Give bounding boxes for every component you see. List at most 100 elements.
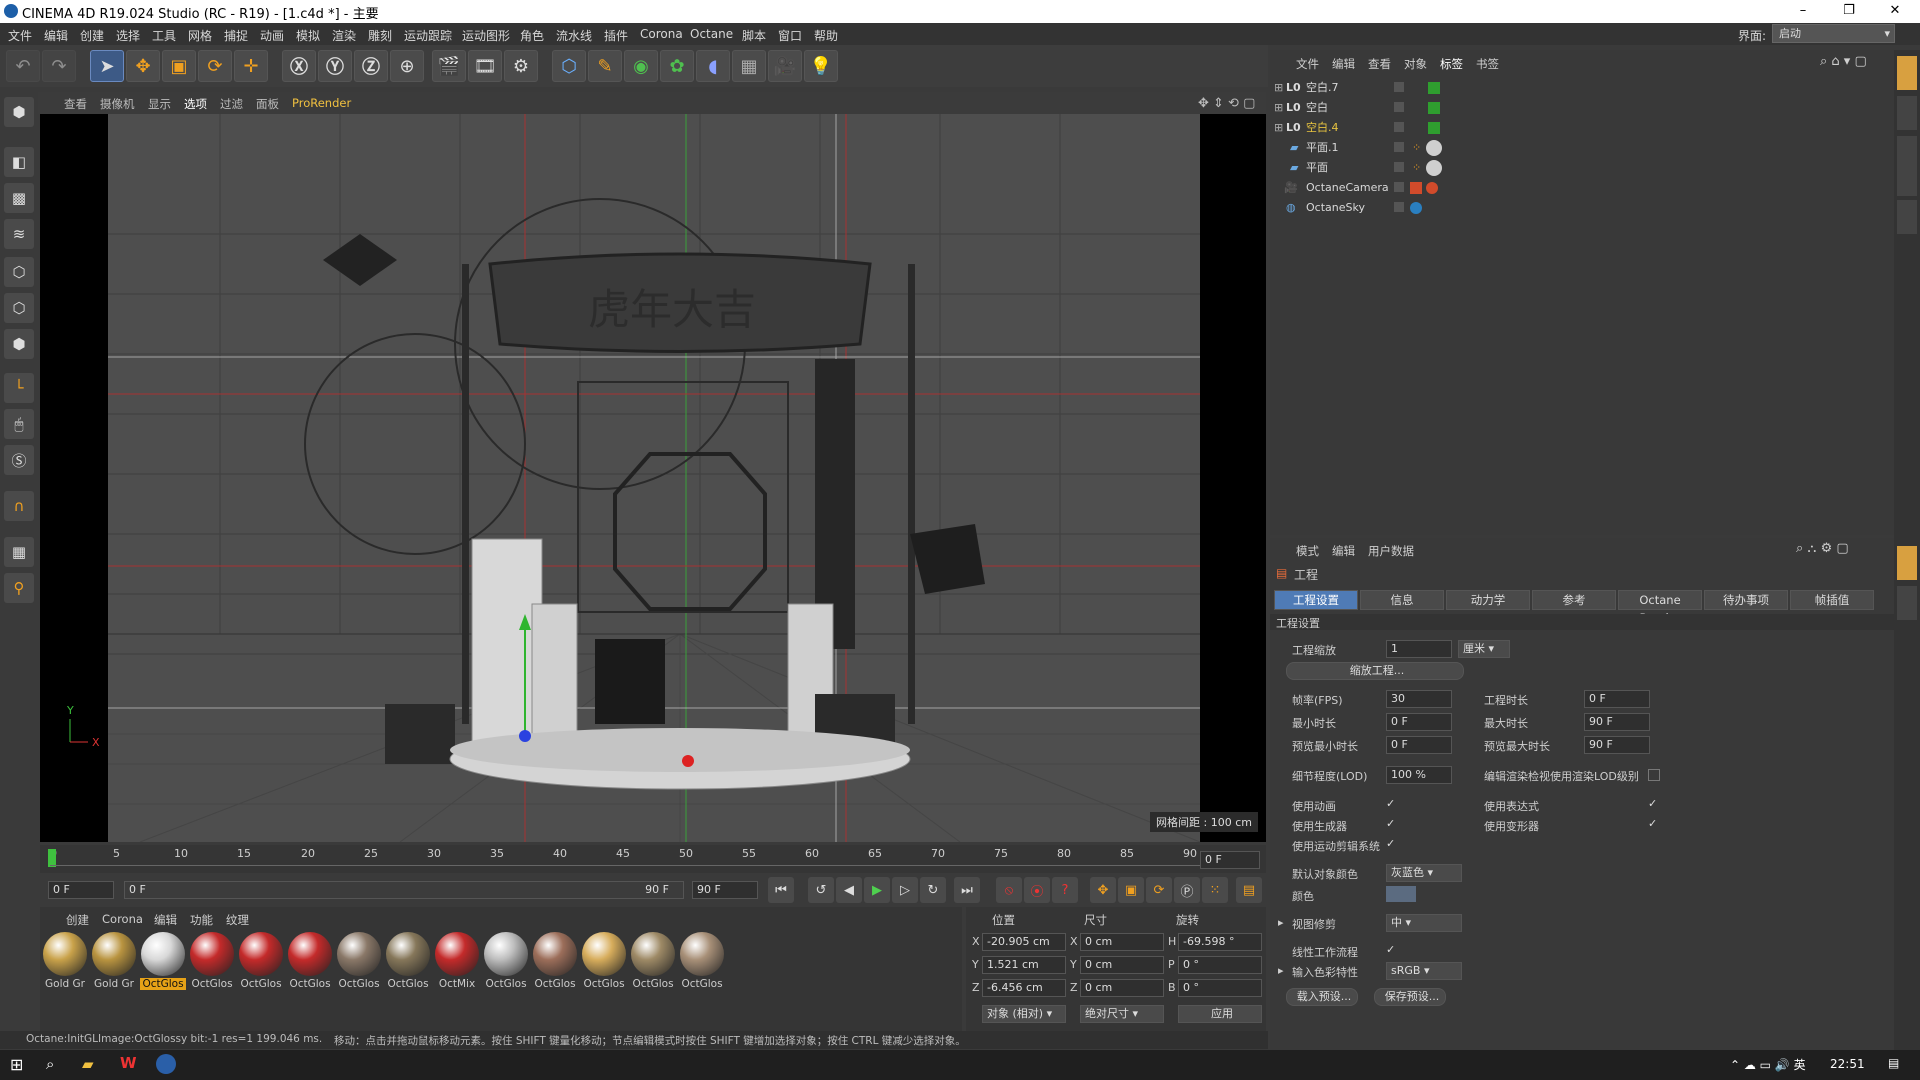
octane-camera-tag-icon[interactable] [1410, 182, 1422, 194]
redo-button[interactable]: ↷ [42, 50, 76, 82]
use-animation-checkbox[interactable]: ✓ [1386, 798, 1398, 810]
preview-range-slider[interactable]: 0 F 90 F [124, 881, 684, 899]
visibility-icon[interactable] [1394, 182, 1404, 192]
load-preset-button[interactable]: 载入预设... [1286, 988, 1358, 1006]
menu-mograph[interactable]: 运动图形 [462, 27, 510, 44]
expand-icon[interactable]: ⊞ [1274, 118, 1283, 138]
object-name[interactable]: 平面.1 [1306, 138, 1339, 158]
move-tool-button[interactable]: ✥ [126, 50, 160, 82]
menu-render[interactable]: 渲染 [332, 27, 356, 44]
make-editable-icon[interactable]: ⬢ [4, 97, 34, 127]
vp-menu-prorender[interactable]: ProRender [292, 96, 351, 110]
render-view-button[interactable]: 🎬 [432, 50, 466, 82]
menu-pipeline[interactable]: 流水线 [556, 27, 592, 44]
side-tab-attributes[interactable] [1897, 546, 1917, 580]
om-menu-edit[interactable]: 编辑 [1332, 56, 1355, 72]
side-tab-structure[interactable] [1897, 200, 1917, 234]
material-swatch[interactable]: OctGlos [336, 932, 382, 994]
rotation-b-field[interactable]: 0 ° [1178, 979, 1262, 997]
menu-simulate[interactable]: 模拟 [296, 27, 320, 44]
object-row[interactable]: ⊞ L0 空白.7 [1270, 78, 1894, 98]
object-row[interactable]: ▰ 平面 ⁘ [1270, 158, 1894, 178]
attr-menu-edit[interactable]: 编辑 [1332, 543, 1355, 559]
y-axis-lock-button[interactable]: Ⓨ [318, 50, 352, 82]
fps-field[interactable]: 30 [1386, 690, 1452, 708]
object-name[interactable]: OctaneCamera [1306, 178, 1389, 198]
menu-animate[interactable]: 动画 [260, 27, 284, 44]
default-color-select[interactable]: 灰蓝色 ▾ [1386, 864, 1462, 882]
expand-icon[interactable]: ⊞ [1274, 98, 1283, 118]
size-mode-select[interactable]: 绝对尺寸 ▾ [1080, 1005, 1164, 1023]
vp-menu-options[interactable]: 选项 [184, 96, 207, 112]
size-z-field[interactable]: 0 cm [1080, 979, 1164, 997]
mat-tab-edit[interactable]: 编辑 [154, 912, 177, 928]
object-name[interactable]: OctaneSky [1306, 198, 1365, 218]
scale-field[interactable]: 1 [1386, 640, 1452, 658]
linear-workflow-checkbox[interactable]: ✓ [1386, 944, 1398, 956]
coordinate-system-button[interactable]: ⊕ [390, 50, 424, 82]
array-button[interactable]: ✿ [660, 50, 694, 82]
vp-menu-panel[interactable]: 面板 [256, 96, 279, 112]
z-axis-lock-button[interactable]: Ⓩ [354, 50, 388, 82]
key-scale-icon[interactable]: ▣ [1118, 877, 1144, 903]
visibility-icon[interactable] [1394, 162, 1404, 172]
tag-icon[interactable] [1428, 102, 1440, 114]
project-time-field[interactable]: 0 F [1584, 690, 1650, 708]
timeline-end-field[interactable]: 0 F [1200, 851, 1260, 869]
tag-icon[interactable]: ⁘ [1412, 158, 1421, 178]
tab-info[interactable]: 信息 [1360, 590, 1444, 610]
material-swatch[interactable]: OctGlos [385, 932, 431, 994]
scheme-icon[interactable]: ▤ [1236, 877, 1262, 903]
key-parameter-icon[interactable]: Ⓟ [1174, 877, 1200, 903]
motion-system-checkbox[interactable]: ✓ [1386, 838, 1398, 850]
attr-menu-userdata[interactable]: 用户数据 [1368, 543, 1414, 559]
position-z-field[interactable]: -6.456 cm [982, 979, 1066, 997]
viewport-navigation-icons[interactable]: ✥ ⇕ ⟲ ▢ [1198, 96, 1255, 111]
view-clipping-select[interactable]: 中 ▾ [1386, 914, 1462, 932]
tab-octane-render[interactable]: Octane Render [1618, 590, 1702, 625]
menu-script[interactable]: 脚本 [742, 27, 766, 44]
material-swatch[interactable]: OctGlos [532, 932, 578, 994]
menu-mesh[interactable]: 网格 [188, 27, 212, 44]
object-row[interactable]: 🎥 OctaneCamera [1270, 178, 1894, 198]
max-time-field[interactable]: 90 F [1584, 713, 1650, 731]
render-settings-button[interactable]: ⚙ [504, 50, 538, 82]
tab-dynamics[interactable]: 动力学 [1446, 590, 1530, 610]
rotation-p-field[interactable]: 0 ° [1178, 956, 1262, 974]
keyframe-selection-icon[interactable]: ? [1052, 877, 1078, 903]
material-swatch[interactable]: OctGlos [483, 932, 529, 994]
apply-button[interactable]: 应用 [1178, 1005, 1262, 1023]
visibility-icon[interactable] [1394, 122, 1404, 132]
menu-sculpt[interactable]: 雕刻 [368, 27, 392, 44]
menu-tools[interactable]: 工具 [152, 27, 176, 44]
file-explorer-icon[interactable]: ▰ [82, 1055, 94, 1073]
attr-nav-icons[interactable]: ⌕ ⛬ ⚙ ▢ [1796, 541, 1849, 556]
attr-menu-mode[interactable]: 模式 [1296, 543, 1319, 559]
tag-icon[interactable] [1428, 122, 1440, 134]
deformer-button[interactable]: ◖ [696, 50, 730, 82]
visibility-icon[interactable] [1394, 82, 1404, 92]
workplane-mode-icon[interactable]: ≋ [4, 219, 34, 249]
side-tab-objects[interactable] [1897, 56, 1917, 90]
size-x-field[interactable]: 0 cm [1080, 933, 1164, 951]
recent-tool-button[interactable]: ✛ [234, 50, 268, 82]
menu-edit[interactable]: 编辑 [44, 27, 68, 44]
mat-tab-create[interactable]: 创建 [66, 912, 89, 928]
max-frame-field[interactable]: 90 F [692, 881, 758, 899]
floor-button[interactable]: ▦ [732, 50, 766, 82]
snap-icon[interactable]: ∩ [4, 491, 34, 521]
camera-button[interactable]: 🎥 [768, 50, 802, 82]
menu-motion-tracking[interactable]: 运动跟踪 [404, 27, 452, 44]
goto-end-icon[interactable]: ⏭ [954, 877, 980, 903]
material-tag-icon[interactable] [1426, 140, 1442, 156]
material-swatch[interactable]: Gold Gr [42, 932, 88, 994]
object-name[interactable]: 平面 [1306, 158, 1328, 178]
color-swatch[interactable] [1386, 886, 1416, 902]
material-swatch[interactable]: OctGlos [679, 932, 725, 994]
lod-field[interactable]: 100 % [1386, 766, 1452, 784]
coord-mode-select[interactable]: 对象 (相对) ▾ [982, 1005, 1066, 1023]
search-icon[interactable]: ⌕ [46, 1055, 54, 1073]
om-menu-bookmarks[interactable]: 书签 [1476, 56, 1499, 72]
material-swatch[interactable]: OctMix [434, 932, 480, 994]
object-row-selected[interactable]: ⊞ L0 空白.4 [1270, 118, 1894, 138]
